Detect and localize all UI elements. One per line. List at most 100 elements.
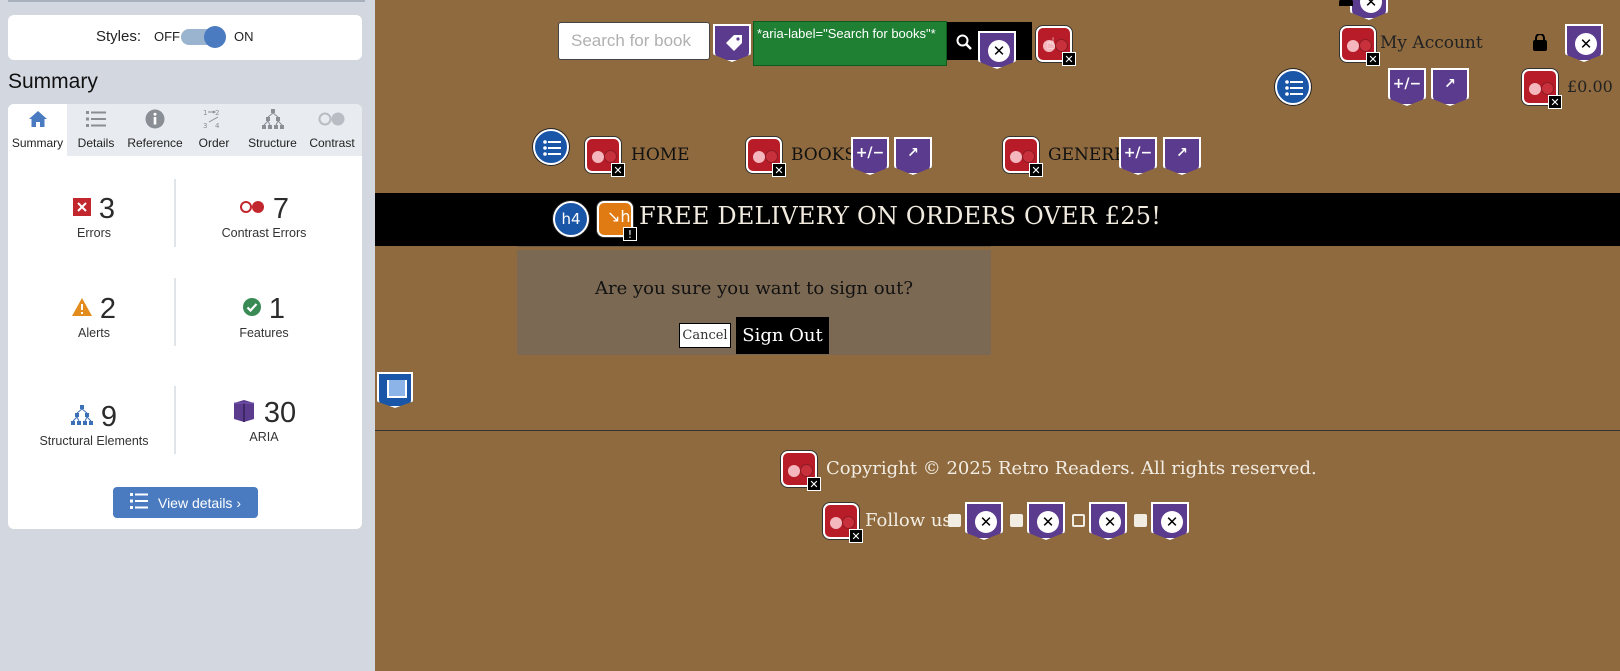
tab-structure-label: Structure — [248, 136, 297, 150]
order-icon: 1234 — [203, 108, 225, 130]
nav-genere[interactable]: GENERE — [1048, 145, 1126, 165]
tab-contrast[interactable]: Contrast — [302, 104, 362, 156]
styles-toggle[interactable] — [181, 26, 226, 48]
youtube-icon[interactable] — [1134, 514, 1147, 527]
plus-minus-icon: +/− — [1392, 76, 1422, 92]
tab-structure[interactable]: Structure — [243, 104, 302, 156]
footer-glyph — [387, 380, 407, 398]
summary-heading: Summary — [8, 70, 98, 93]
plus-minus-icon: +/− — [855, 145, 885, 161]
error-badge: ✕ — [1029, 163, 1043, 177]
aria-label: ARIA — [249, 430, 279, 444]
toggle-knob[interactable] — [204, 26, 226, 48]
list-icon — [86, 108, 106, 130]
aria-expanded-icon[interactable]: +/− — [1388, 68, 1426, 106]
tab-reference-label: Reference — [127, 136, 183, 150]
close-icon: ✕ — [1161, 511, 1183, 533]
empty-link-error-icon[interactable]: ✕ — [585, 137, 625, 177]
delivery-banner: h4 ↘h ! FREE DELIVERY ON ORDERS OVER £25… — [375, 193, 1620, 246]
structural-label: Structural Elements — [39, 434, 149, 448]
aria-popup-icon[interactable]: ↗ — [1431, 68, 1469, 106]
structural-elements-stat[interactable]: 9 Structural Elements — [14, 400, 174, 449]
errors-label: Errors — [76, 226, 112, 240]
tab-order[interactable]: 1234 Order — [185, 104, 243, 156]
styles-off-label: OFF — [154, 29, 180, 44]
missing-label-icon[interactable]: ✕ — [1565, 24, 1603, 62]
popup-arrow-icon: ↗ — [907, 145, 919, 161]
empty-link-error-icon[interactable]: ✕ — [781, 451, 821, 491]
cancel-button[interactable]: Cancel — [679, 323, 731, 348]
error-badge: ✕ — [807, 477, 821, 491]
search-icon — [956, 34, 972, 54]
contrast-error-icon — [239, 200, 265, 219]
facebook-icon[interactable] — [948, 514, 961, 527]
footer-divider — [375, 430, 1620, 431]
heading-level-icon[interactable]: h4 — [553, 201, 589, 237]
stat-divider — [174, 278, 176, 346]
empty-link-error-icon[interactable]: ✕ — [823, 503, 863, 543]
search-input[interactable]: Search for book — [558, 22, 710, 60]
close-icon: ✕ — [988, 40, 1010, 62]
missing-label-icon[interactable]: ✕ — [1350, 0, 1388, 20]
view-details-button[interactable]: View details › — [113, 487, 258, 518]
tab-details[interactable]: Details — [67, 104, 125, 156]
close-icon: ✕ — [975, 511, 997, 533]
popup-arrow-icon: ↗ — [1444, 76, 1456, 92]
missing-label-icon[interactable]: ✕ — [1089, 502, 1127, 540]
click-error-icon[interactable]: ☝ ✕ — [1036, 26, 1076, 66]
missing-label-icon[interactable]: ✕ — [1151, 502, 1189, 540]
tab-reference[interactable]: Reference — [125, 104, 185, 156]
alerts-label: Alerts — [78, 326, 110, 340]
twitter-icon[interactable] — [1010, 514, 1023, 527]
cart-total[interactable]: £0.00 — [1567, 77, 1613, 96]
tab-summary[interactable]: Summary — [8, 104, 67, 156]
bag-icon[interactable] — [1532, 33, 1548, 56]
structure-stat-icon — [70, 404, 93, 430]
contrast-icon — [318, 108, 346, 130]
view-details-label: View details › — [157, 494, 241, 511]
aria-expanded-icon[interactable]: +/− — [1119, 137, 1157, 175]
empty-link-error-icon[interactable]: ✕ — [1003, 137, 1043, 177]
missing-label-icon[interactable]: ✕ — [978, 31, 1016, 69]
empty-link-error-icon[interactable]: ✕ — [1522, 69, 1562, 109]
aria-popup-icon[interactable]: ↗ — [894, 137, 932, 175]
error-badge: ✕ — [772, 163, 786, 177]
close-icon: ✕ — [1099, 511, 1121, 533]
features-stat[interactable]: 1 Features — [184, 292, 344, 341]
signout-question: Are you sure you want to sign out? — [594, 278, 914, 299]
aria-label-tag-icon[interactable] — [713, 24, 751, 62]
pointer-icon: ☝ — [1046, 34, 1056, 53]
banner-text: FREE DELIVERY ON ORDERS OVER £25! — [639, 202, 1162, 230]
heading-alert-icon[interactable]: ↘h ! — [597, 201, 637, 241]
unordered-list-icon[interactable] — [533, 129, 569, 165]
alerts-stat[interactable]: 2 Alerts — [14, 292, 174, 340]
heading-alert-glyph: ↘h — [607, 207, 631, 226]
nav-home[interactable]: HOME — [631, 145, 690, 165]
instagram-icon[interactable] — [1072, 514, 1085, 527]
errors-stat[interactable]: 3 Errors — [14, 192, 174, 240]
error-badge: ✕ — [1062, 52, 1076, 66]
tab-summary-label: Summary — [11, 136, 64, 150]
tab-order-label: Order — [198, 136, 230, 150]
aria-popup-icon[interactable]: ↗ — [1163, 137, 1201, 175]
aria-stat[interactable]: 30 ARIA — [184, 396, 344, 444]
aria-expanded-icon[interactable]: +/− — [851, 137, 889, 175]
user-icon — [1339, 0, 1353, 6]
aria-count: 30 — [263, 396, 297, 429]
missing-label-icon[interactable]: ✕ — [965, 502, 1003, 540]
popup-arrow-icon: ↗ — [1176, 145, 1188, 161]
sign-out-button[interactable]: Sign Out — [736, 317, 829, 354]
my-account-link[interactable]: My Account — [1380, 33, 1483, 53]
empty-link-error-icon[interactable]: ✕ — [746, 137, 786, 177]
alert-badge: ! — [623, 227, 637, 241]
nav-books[interactable]: BOOKS — [791, 145, 856, 165]
wave-sidebar: Styles: OFF ON Summary Summary Details R… — [0, 0, 375, 671]
structural-count: 9 — [100, 400, 118, 433]
footer-region-icon[interactable] — [377, 372, 413, 408]
contrast-errors-label: Contrast Errors — [221, 226, 307, 240]
contrast-errors-stat[interactable]: 7 Contrast Errors — [184, 192, 344, 241]
missing-label-icon[interactable]: ✕ — [1027, 502, 1065, 540]
unordered-list-icon[interactable] — [1275, 69, 1311, 105]
close-icon: ✕ — [1037, 511, 1059, 533]
empty-link-error-icon[interactable]: ✕ — [1340, 26, 1380, 66]
